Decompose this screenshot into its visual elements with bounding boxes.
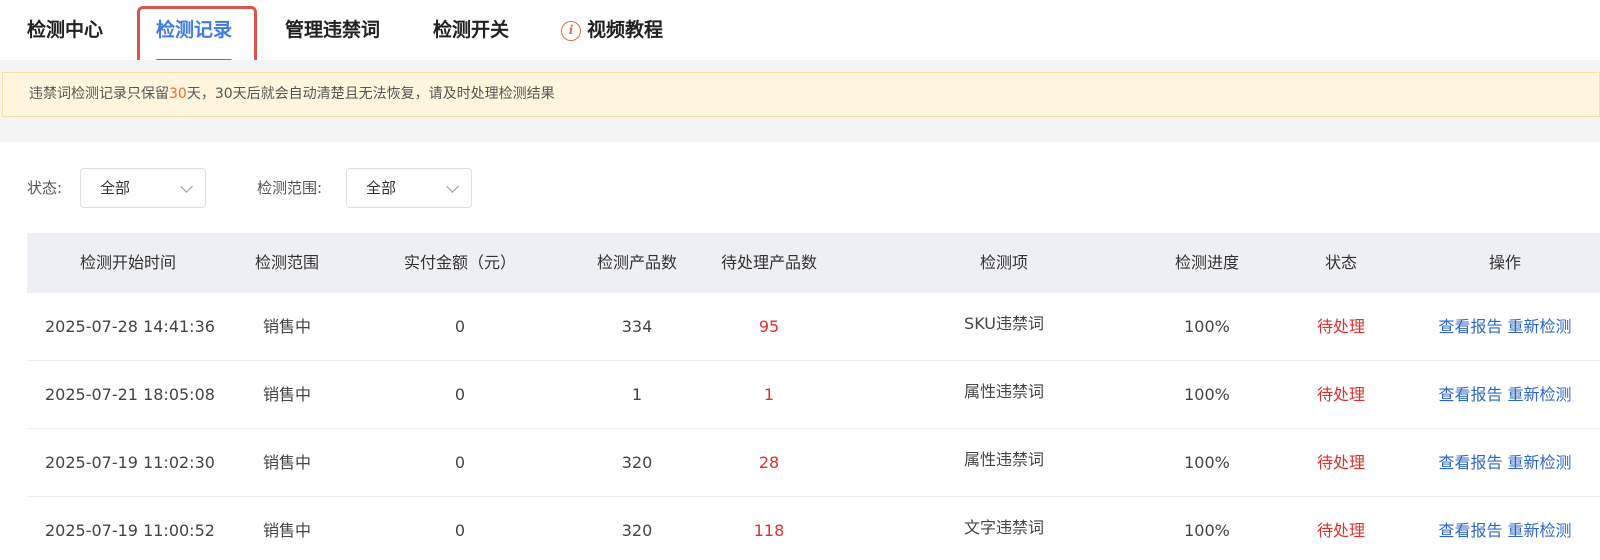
- cell-progress: 100%: [1184, 385, 1230, 404]
- tab-detection-records[interactable]: 检测记录: [156, 0, 233, 62]
- recheck-link[interactable]: 重新检测: [1508, 453, 1572, 472]
- cell-product-count: 320: [621, 453, 653, 472]
- notice-text-before: 违禁词检测记录只保留: [29, 86, 169, 102]
- col-header-item: 检测项: [979, 253, 1028, 272]
- table-row: 2025-07-19 11:00:52 销售中 0 320 118 文字违禁词 …: [27, 497, 1600, 560]
- cell-pending-count: 28: [758, 453, 780, 472]
- cell-progress: 100%: [1184, 521, 1230, 540]
- notice-highlight: 30: [169, 86, 187, 102]
- recheck-link[interactable]: 重新检测: [1508, 385, 1572, 404]
- cell-actions: 查看报告 重新检测: [1410, 361, 1600, 429]
- tab-label: 视频教程: [587, 19, 664, 41]
- cell-product-count: 334: [621, 317, 653, 336]
- col-header-scope: 检测范围: [254, 253, 319, 272]
- scope-select[interactable]: 全部: [346, 168, 472, 208]
- cell-progress: 100%: [1184, 453, 1230, 472]
- table-row: 2025-07-19 11:02:30 销售中 0 320 28 属性违禁词 1…: [27, 429, 1600, 497]
- table-header: 检测开始时间 检测范围 实付金额（元） 检测产品数 待处理产品数 检测项 检测进…: [27, 233, 1600, 293]
- cell-status: 待处理: [1316, 385, 1365, 404]
- recheck-link[interactable]: 重新检测: [1508, 521, 1572, 540]
- cell-pending-count: 118: [753, 521, 785, 540]
- cell-amount: 0: [454, 521, 466, 540]
- cell-start-time: 2025-07-21 18:05:08: [45, 385, 215, 404]
- cell-product-count: 320: [621, 521, 653, 540]
- cell-pending-count: 95: [758, 317, 780, 336]
- retention-notice: 违禁词检测记录只保留30天，30天后就会自动清楚且无法恢复，请及时处理检测结果: [2, 72, 1600, 117]
- cell-progress: 100%: [1184, 317, 1230, 336]
- tab-label: 管理违禁词: [285, 19, 381, 41]
- cell-item: 属性违禁词: [963, 382, 1044, 401]
- col-header-amount: 实付金额（元）: [403, 253, 516, 272]
- table-row: 2025-07-28 14:41:36 销售中 0 334 95 SKU违禁词 …: [27, 293, 1600, 361]
- col-header-start-time: 检测开始时间: [79, 253, 176, 272]
- cell-product-count: 1: [631, 385, 643, 404]
- cell-status: 待处理: [1316, 453, 1365, 472]
- chevron-down-icon: [446, 180, 459, 193]
- cell-start-time: 2025-07-19 11:02:30: [45, 453, 215, 472]
- status-select-value: 全部: [100, 179, 131, 197]
- view-report-link[interactable]: 查看报告: [1438, 453, 1502, 472]
- table-row: 2025-07-21 18:05:08 销售中 0 1 1 属性违禁词 100%…: [27, 361, 1600, 429]
- cell-scope: 销售中: [262, 521, 311, 540]
- status-filter-label: 状态:: [27, 179, 63, 197]
- tab-bar: 检测中心 检测记录 管理违禁词 检测开关 i 视频教程: [0, 0, 1600, 68]
- col-header-actions: 操作: [1488, 253, 1521, 272]
- cell-actions: 查看报告 重新检测: [1410, 293, 1600, 361]
- cell-scope: 销售中: [262, 385, 311, 404]
- col-header-product-count: 检测产品数: [596, 253, 677, 272]
- tab-label: 检测开关: [433, 19, 510, 41]
- cell-start-time: 2025-07-28 14:41:36: [45, 317, 215, 336]
- col-header-pending-count: 待处理产品数: [720, 253, 817, 272]
- tab-label: 检测记录: [156, 19, 233, 41]
- col-header-status: 状态: [1324, 253, 1357, 272]
- cell-pending-count: 1: [763, 385, 775, 404]
- chevron-down-icon: [180, 180, 193, 193]
- cell-item: 属性违禁词: [963, 450, 1044, 469]
- tab-label: 检测中心: [27, 19, 104, 41]
- cell-actions: 查看报告 重新检测: [1410, 497, 1600, 560]
- cell-scope: 销售中: [262, 453, 311, 472]
- recheck-link[interactable]: 重新检测: [1508, 317, 1572, 336]
- cell-start-time: 2025-07-19 11:00:52: [45, 521, 215, 540]
- cell-scope: 销售中: [262, 317, 311, 336]
- cell-status: 待处理: [1316, 317, 1365, 336]
- filter-bar: 状态: 全部 检测范围: 全部: [0, 168, 1600, 210]
- scope-select-value: 全部: [366, 179, 397, 197]
- view-report-link[interactable]: 查看报告: [1438, 521, 1502, 540]
- cell-item: 文字违禁词: [963, 518, 1044, 537]
- cell-status: 待处理: [1316, 521, 1365, 540]
- cell-item: SKU违禁词: [964, 314, 1044, 333]
- scope-filter-label: 检测范围:: [257, 179, 323, 197]
- view-report-link[interactable]: 查看报告: [1438, 317, 1502, 336]
- view-report-link[interactable]: 查看报告: [1438, 385, 1502, 404]
- cell-actions: 查看报告 重新检测: [1410, 429, 1600, 497]
- info-icon: i: [561, 21, 581, 41]
- cell-amount: 0: [454, 317, 466, 336]
- tab-manage-banned-words[interactable]: 管理违禁词: [285, 0, 380, 60]
- tab-detection-switch[interactable]: 检测开关: [433, 0, 509, 60]
- status-select[interactable]: 全部: [80, 168, 206, 208]
- cell-amount: 0: [454, 385, 466, 404]
- cell-amount: 0: [454, 453, 466, 472]
- notice-text-after: 天，30天后就会自动清楚且无法恢复，请及时处理检测结果: [186, 86, 555, 102]
- col-header-progress: 检测进度: [1174, 253, 1239, 272]
- tab-detection-center[interactable]: 检测中心: [27, 0, 103, 60]
- tab-video-tutorial[interactable]: i 视频教程: [561, 0, 663, 60]
